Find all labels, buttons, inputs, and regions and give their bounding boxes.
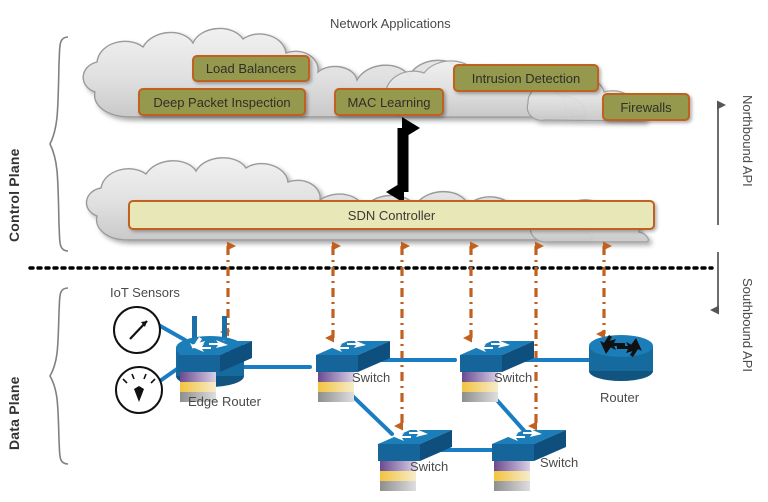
control-plane-label: Control Plane bbox=[6, 148, 22, 242]
app-load-balancers[interactable]: Load Balancers bbox=[192, 55, 310, 82]
switch-2-label: Switch bbox=[494, 370, 533, 385]
app-intrusion-detection[interactable]: Intrusion Detection bbox=[453, 64, 599, 92]
sensor-dial bbox=[115, 366, 163, 414]
switch-1-label: Switch bbox=[352, 370, 391, 385]
router-label: Router bbox=[600, 390, 640, 405]
southbound-api-label: Southbound API bbox=[740, 278, 755, 372]
app-mac-learning[interactable]: MAC Learning bbox=[334, 88, 444, 116]
iot-sensors-label: IoT Sensors bbox=[110, 285, 180, 300]
sensor-meter bbox=[113, 306, 161, 354]
control-plane-brace bbox=[49, 36, 69, 252]
router-icon bbox=[589, 335, 653, 381]
network-applications-title: Network Applications bbox=[330, 16, 451, 31]
data-plane-label: Data Plane bbox=[6, 376, 22, 450]
sdn-controller-bar[interactable]: SDN Controller bbox=[128, 200, 655, 230]
app-deep-packet-inspection[interactable]: Deep Packet Inspection bbox=[138, 88, 306, 116]
northbound-api-label: Northbound API bbox=[740, 95, 755, 187]
switch-4-label: Switch bbox=[540, 455, 579, 470]
switch-3-label: Switch bbox=[410, 459, 449, 474]
sdn-architecture-diagram: Control Plane Data Plane Northbound API … bbox=[0, 0, 768, 502]
diagram-canvas bbox=[28, 27, 726, 491]
edge-router-label: Edge Router bbox=[188, 394, 261, 409]
app-firewalls[interactable]: Firewalls bbox=[602, 93, 690, 121]
southbound-control-links bbox=[220, 241, 612, 431]
data-plane-brace bbox=[49, 287, 69, 465]
